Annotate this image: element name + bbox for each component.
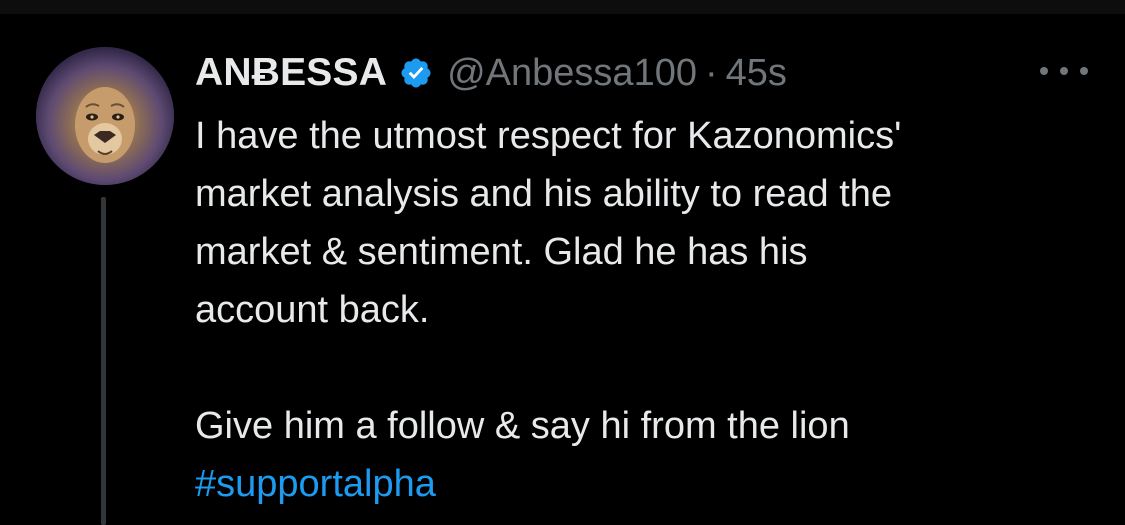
top-edge-bar bbox=[0, 0, 1125, 14]
tweet-line: market & sentiment. Glad he has his bbox=[195, 231, 808, 273]
more-dot bbox=[1060, 67, 1068, 75]
more-dot bbox=[1080, 67, 1088, 75]
tweet-header: ANɃESSA @Anbessa100 · 45s bbox=[195, 48, 787, 98]
lion-avatar-icon bbox=[36, 47, 174, 185]
tweet-line: I have the utmost respect for Kazonomics… bbox=[195, 115, 902, 157]
timestamp[interactable]: 45s bbox=[726, 52, 787, 95]
tweet-line: Give him a follow & say hi from the lion bbox=[195, 405, 850, 447]
tweet-line: market analysis and his ability to read … bbox=[195, 173, 893, 215]
hashtag-link[interactable]: #supportalpha bbox=[195, 463, 436, 505]
thread-line bbox=[101, 197, 106, 525]
avatar[interactable] bbox=[36, 47, 174, 185]
verified-badge-icon[interactable] bbox=[399, 56, 433, 90]
tweet-line: account back. bbox=[195, 289, 430, 331]
user-handle[interactable]: @Anbessa100 bbox=[447, 52, 697, 95]
tweet-text: I have the utmost respect for Kazonomics… bbox=[195, 107, 1055, 513]
more-options-icon[interactable] bbox=[1040, 56, 1088, 86]
more-dot bbox=[1040, 67, 1048, 75]
separator-dot: · bbox=[704, 51, 718, 94]
display-name[interactable]: ANɃESSA bbox=[195, 51, 387, 95]
